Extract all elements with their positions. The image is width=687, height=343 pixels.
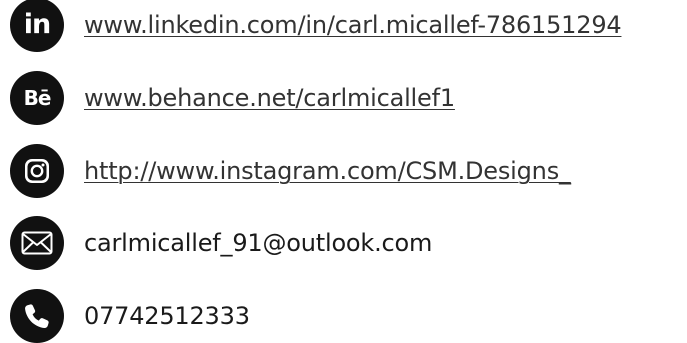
behance-icon: Bē: [10, 71, 64, 125]
envelope-icon: [10, 216, 64, 270]
linkedin-link[interactable]: www.linkedin.com/in/carl.micallef-786151…: [84, 11, 622, 39]
behance-icon-text: Bē: [23, 86, 52, 110]
behance-link[interactable]: www.behance.net/carlmicallef1: [84, 84, 455, 112]
instagram-icon: [10, 144, 64, 198]
linkedin-icon-text: in: [23, 8, 52, 40]
phone-number[interactable]: 07742512333: [84, 302, 250, 330]
contact-row-instagram: http://www.instagram.com/CSM.Designs_: [10, 144, 571, 198]
phone-icon: [10, 289, 64, 343]
contact-row-phone: 07742512333: [10, 289, 250, 343]
contact-row-behance: Bē www.behance.net/carlmicallef1: [10, 71, 455, 125]
contact-row-email: carlmicallef_91@outlook.com: [10, 216, 432, 270]
contact-list: in www.linkedin.com/in/carl.micallef-786…: [0, 0, 687, 343]
email-address[interactable]: carlmicallef_91@outlook.com: [84, 229, 432, 257]
contact-row-linkedin: in www.linkedin.com/in/carl.micallef-786…: [10, 0, 622, 52]
linkedin-icon: in: [10, 0, 64, 52]
instagram-link[interactable]: http://www.instagram.com/CSM.Designs_: [84, 157, 571, 185]
